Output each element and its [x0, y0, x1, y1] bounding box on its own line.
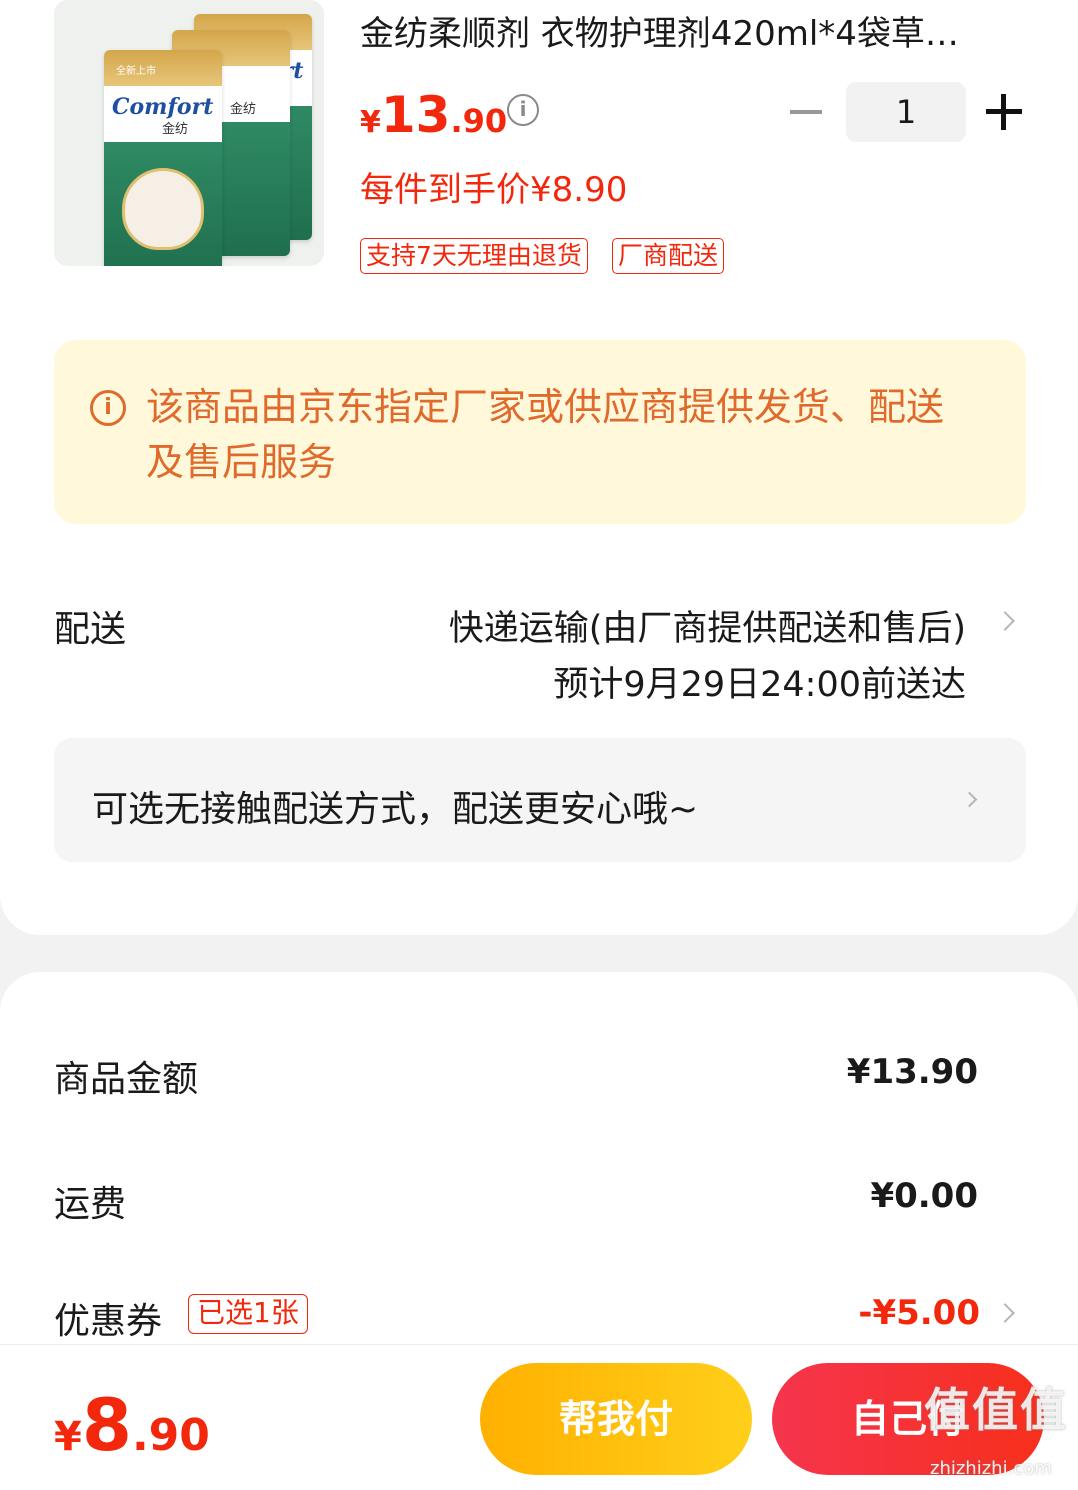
product-package-front: 全新上市 Comfort 金纺: [104, 50, 222, 266]
chevron-right-icon[interactable]: [995, 611, 1015, 631]
product-price: ¥13.90: [360, 86, 508, 144]
coupon-label: 优惠券: [54, 1301, 163, 1342]
notice-text: 该商品由京东指定厂家或供应商提供发货、配送及售后服务: [146, 385, 945, 484]
shipping-fee-label: 运费: [54, 1184, 127, 1225]
product-title[interactable]: 金纺柔顺剂 衣物护理剂420ml*4袋草…: [360, 6, 1030, 55]
quantity-increase-button[interactable]: [986, 94, 1022, 130]
order-card: Comfort 金纺 全新上市 Comfort 金纺 金纺柔顺剂 衣物护理剂42…: [0, 0, 1078, 935]
info-icon[interactable]: i: [507, 94, 539, 126]
delivery-label: 配送: [54, 609, 127, 650]
chevron-right-icon: [961, 791, 978, 808]
total-price: ¥8.90: [54, 1383, 210, 1467]
delivery-method[interactable]: 快递运输(由厂商提供配送和售后): [449, 600, 966, 651]
delivery-notice: i 该商品由京东指定厂家或供应商提供发货、配送及售后服务: [54, 340, 1026, 524]
product-image[interactable]: Comfort 金纺 全新上市 Comfort 金纺: [54, 0, 324, 266]
unit-price: 每件到手价¥8.90: [360, 170, 628, 210]
watermark-url: zhizhizhi.com: [930, 1458, 1052, 1479]
quantity-input[interactable]: 1: [846, 82, 966, 142]
return-policy-tag: 支持7天无理由退货: [360, 238, 588, 274]
info-icon: i: [90, 390, 126, 426]
delivery-eta: 预计9月29日24:00前送达: [553, 665, 966, 705]
checkout-bar: ¥8.90 帮我付 自己付: [0, 1344, 1078, 1490]
help-pay-button[interactable]: 帮我付: [480, 1363, 752, 1475]
goods-amount-label: 商品金额: [54, 1059, 199, 1100]
heart-graphic: [122, 168, 204, 250]
contactless-text: 可选无接触配送方式，配送更安心哦~: [92, 789, 699, 830]
goods-amount-value: ¥13.90: [846, 1052, 978, 1092]
manufacturer-delivery-tag: 厂商配送: [612, 238, 725, 274]
shipping-fee-value: ¥0.00: [870, 1176, 978, 1216]
watermark-logo: 值值值: [924, 1383, 1068, 1437]
quantity-decrease-button[interactable]: [790, 110, 822, 114]
coupon-value[interactable]: -¥5.00: [858, 1293, 980, 1333]
coupon-selected-badge[interactable]: 已选1张: [188, 1294, 308, 1334]
contactless-delivery-option[interactable]: 可选无接触配送方式，配送更安心哦~: [54, 738, 1026, 862]
